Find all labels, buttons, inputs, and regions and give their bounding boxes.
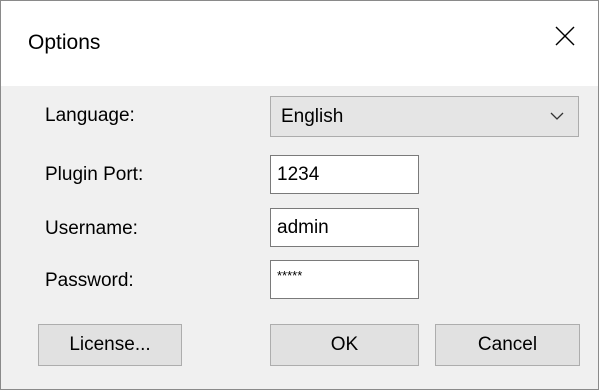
chevron-down-icon [550,112,564,120]
plugin-port-field[interactable]: 1234 [270,155,419,194]
license-button[interactable]: License... [38,324,182,366]
username-field[interactable]: admin [270,208,419,247]
cancel-button[interactable]: Cancel [435,324,580,366]
close-button[interactable] [540,9,598,67]
title-bar: Options [1,1,598,86]
username-label: Username: [45,218,138,239]
close-icon [555,26,575,46]
language-label: Language: [45,105,135,126]
plugin-port-label: Plugin Port: [45,164,144,185]
language-select[interactable]: English [270,96,579,137]
dialog-title: Options [28,31,101,54]
password-label: Password: [45,270,134,291]
language-select-value: English [281,106,344,127]
password-field[interactable]: ***** [270,260,419,299]
ok-button[interactable]: OK [270,324,419,366]
options-dialog: Options Language: English Plugin Port: 1… [0,0,599,390]
